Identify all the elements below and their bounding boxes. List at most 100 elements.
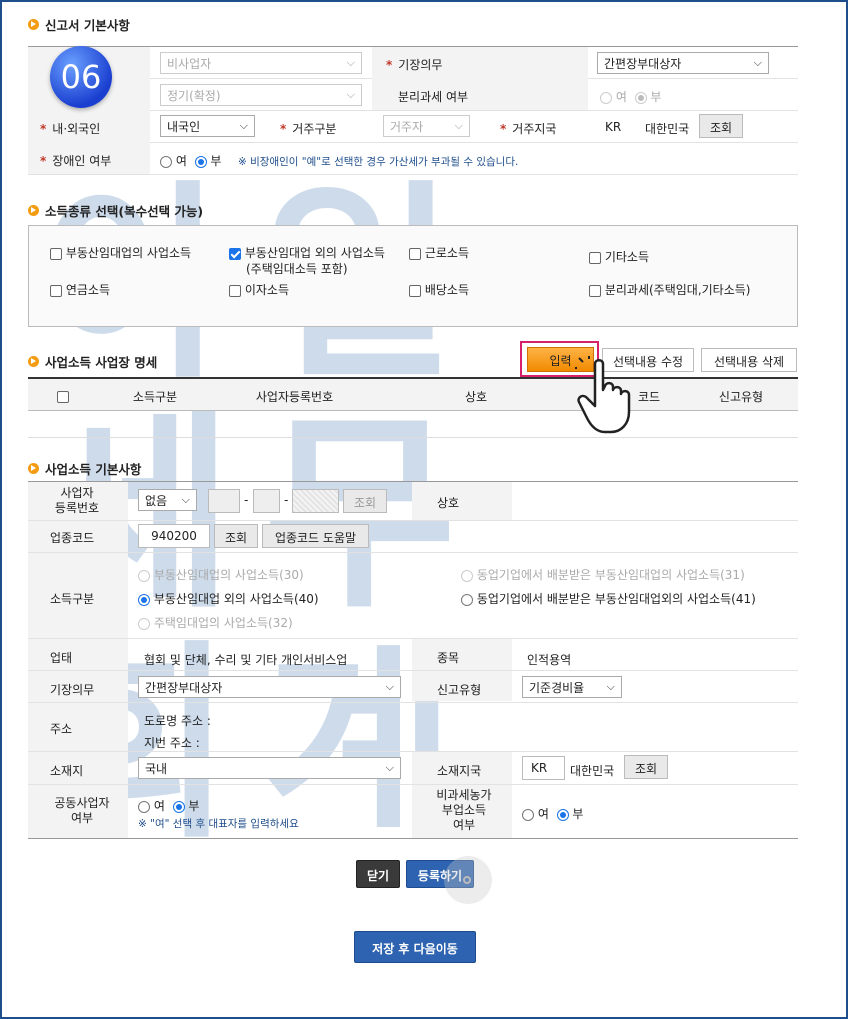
income-option-41[interactable]: 동업기업에서 배분받은 부동산임대업외의 사업소득(41) (461, 590, 756, 607)
industry-lookup-button[interactable]: 조회 (214, 524, 258, 548)
location-select[interactable]: 국내 ⌵ (138, 757, 401, 779)
reg-lookup-button[interactable]: 조회 (343, 489, 387, 513)
badge-06: 06 (50, 46, 112, 108)
reg-number-type-select[interactable]: 없음 ⌵ (138, 489, 197, 511)
bullet-icon (28, 463, 39, 474)
industry-code-help-button[interactable]: 업종코드 도움말 (262, 524, 369, 548)
dash: - (244, 493, 249, 507)
radio-no[interactable] (194, 155, 207, 168)
radio-yes[interactable] (138, 800, 150, 813)
nontax-farm-radio-group[interactable]: 여 부 (522, 805, 583, 822)
checkbox-dividend-income[interactable]: 배당소득 (409, 281, 469, 298)
disability-radio-group[interactable]: 여 부 (160, 152, 221, 169)
checkbox[interactable] (589, 251, 601, 264)
section-title-text: 사업소득 기본사항 (45, 462, 142, 477)
divider (28, 702, 798, 703)
select-value: 비사업자 (167, 57, 212, 71)
divider (28, 552, 798, 553)
save-and-next-button[interactable]: 저장 후 다음이동 (354, 931, 476, 963)
checkbox-non-rental-business-income[interactable]: 부동산임대업 외의 사업소득 (229, 244, 385, 261)
checkbox-pension-income[interactable]: 연금소득 (50, 281, 110, 298)
field-label-separate-tax: 분리과세 여부 (398, 90, 469, 104)
section-title-business-basic: 사업소득 기본사항 (28, 459, 141, 478)
separate-tax-radio-group[interactable]: 여 부 (600, 88, 661, 105)
country-lookup-button[interactable]: 조회 (699, 114, 743, 138)
income-option-31[interactable]: 동업기업에서 배분받은 부동산임대업의 사업소득(31) (461, 566, 745, 583)
taxpayer-type-select[interactable]: 비사업자 ⌵ (160, 52, 362, 74)
checkbox[interactable] (409, 247, 421, 260)
checkbox-sub-label: (주택임대소득 포함) (246, 262, 348, 276)
label-text: 내·외국인 (52, 122, 101, 136)
select-value: 정기(확정) (167, 89, 221, 103)
income-option-32[interactable]: 주택임대업의 사업소득(32) (138, 614, 293, 631)
checkbox[interactable] (50, 247, 62, 260)
reg-number-part2[interactable] (253, 489, 280, 513)
country-name: 대한민국 (645, 122, 690, 136)
reg-number-part3[interactable] (292, 489, 339, 513)
section-title-text: 신고서 기본사항 (45, 18, 130, 33)
checkbox-wage-income[interactable]: 근로소득 (409, 244, 469, 261)
radio-label: 부 (210, 154, 222, 168)
divider (28, 410, 798, 411)
checkbox[interactable] (229, 284, 241, 297)
radio[interactable] (461, 593, 473, 606)
checkbox[interactable] (229, 247, 241, 260)
checkbox-separate-taxation[interactable]: 분리과세(주택임대,기타소득) (589, 281, 751, 298)
radio-no[interactable] (556, 808, 569, 821)
location-country-code[interactable]: KR (522, 756, 565, 780)
radio-yes[interactable] (160, 155, 172, 168)
checkbox-interest-income[interactable]: 이자소득 (229, 281, 289, 298)
bookkeeping-duty-select[interactable]: 간편장부대상자 ⌵ (138, 676, 401, 698)
income-option-40[interactable]: 부동산임대업 외의 사업소득(40) (138, 590, 319, 607)
industry-code-input[interactable]: 940200 (138, 524, 210, 548)
radio[interactable] (138, 569, 150, 582)
item-value: 인적용역 (527, 653, 572, 667)
checkbox[interactable] (409, 284, 421, 297)
close-button[interactable]: 닫기 (356, 860, 400, 888)
chevron-down-icon: ⌵ (346, 88, 355, 101)
radio-yes[interactable] (600, 91, 612, 104)
select-value: 간편장부대상자 (145, 681, 223, 695)
joint-business-radio-group[interactable]: 여 부 (138, 797, 199, 814)
select-all-checkbox[interactable] (57, 389, 69, 403)
delete-selected-button[interactable]: 선택내용 삭제 (701, 348, 797, 372)
radio-no[interactable] (172, 800, 185, 813)
checkbox-label: 부동산임대업 외의 사업소득 (244, 246, 385, 260)
radio[interactable] (138, 617, 150, 630)
chevron-down-icon: ⌵ (239, 119, 248, 132)
reg-number-part1[interactable] (208, 489, 240, 513)
field-label-residence: * 거주구분 (280, 122, 337, 136)
section-title-income-type: 소득종류 선택(복수선택 가능) (28, 201, 203, 220)
radio[interactable] (138, 593, 150, 606)
label-text: 거주구분 (292, 122, 337, 136)
residence-select[interactable]: 거주자 ⌵ (383, 115, 470, 137)
column-header: 소득구분 (132, 390, 178, 404)
income-option-30[interactable]: 부동산임대업의 사업소득(30) (138, 566, 304, 583)
chevron-down-icon: ⌵ (181, 493, 190, 506)
nationality-select[interactable]: 내국인 ⌵ (160, 115, 255, 137)
radio-yes[interactable] (522, 808, 534, 821)
checkbox[interactable] (50, 284, 62, 297)
section-title-text: 소득종류 선택(복수선택 가능) (45, 204, 204, 219)
checkbox[interactable] (57, 390, 69, 403)
checkbox-rental-income[interactable]: 부동산임대업의 사업소득 (50, 244, 191, 261)
field-label-address: 주소 (50, 722, 73, 736)
checkbox-other-income[interactable]: 기타소득 (589, 248, 649, 265)
field-label-disability: * 장애인 여부 (40, 154, 112, 168)
select-value: 없음 (145, 494, 168, 508)
radio[interactable] (461, 569, 473, 582)
bookkeeping-select[interactable]: 간편장부대상자 ⌵ (597, 52, 769, 74)
radio-no[interactable] (634, 91, 647, 104)
checkbox-label: 연금소득 (65, 283, 110, 297)
column-header: 신고유형 (718, 390, 764, 404)
label-text: 장애인 여부 (52, 154, 112, 168)
field-label-business-name: 상호 (437, 496, 460, 510)
radio-label: 부 (188, 799, 200, 813)
checkbox-label: 배당소득 (424, 283, 469, 297)
checkbox[interactable] (589, 284, 601, 297)
radio-label: 부 (650, 90, 662, 104)
checkbox-label: 기타소득 (604, 250, 649, 264)
location-lookup-button[interactable]: 조회 (624, 755, 668, 779)
filing-type-select[interactable]: 정기(확정) ⌵ (160, 84, 362, 106)
report-type-select[interactable]: 기준경비율 ⌵ (522, 676, 622, 698)
